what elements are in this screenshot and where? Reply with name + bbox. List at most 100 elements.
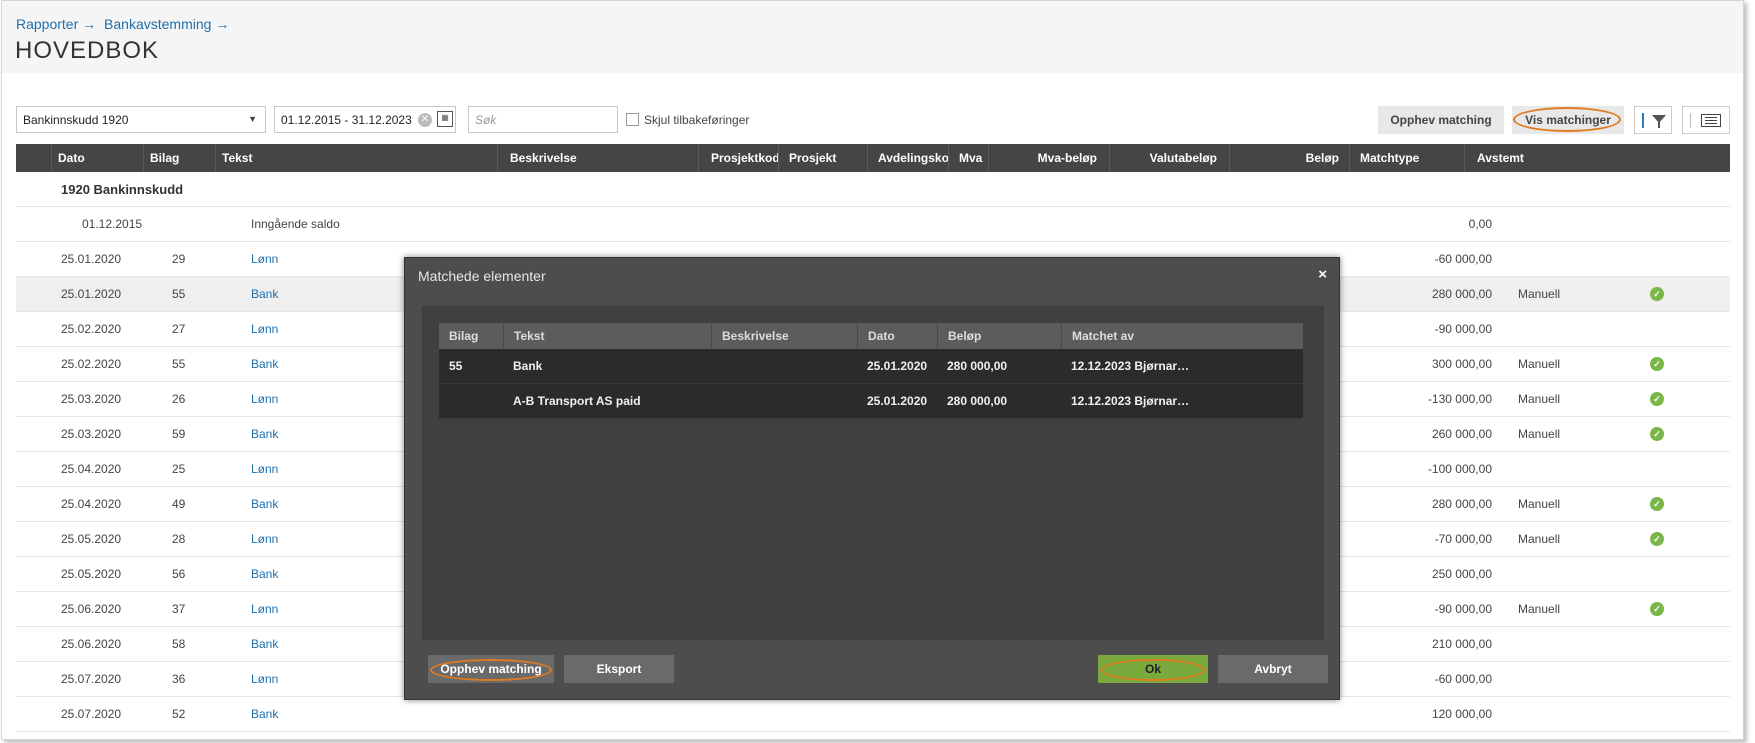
group-header-row[interactable]: 1920 Bankinnskudd: [16, 172, 1730, 207]
row-matchtype: Manuell: [1518, 357, 1561, 371]
row-tekst-link[interactable]: Bank: [251, 347, 278, 381]
col-mva[interactable]: Mva: [948, 144, 988, 172]
dialog-body: Bilag Tekst Beskrivelse Dato Beløp Match…: [422, 306, 1324, 640]
col-dato[interactable]: Dato: [51, 144, 143, 172]
filter-icon-stem: [1658, 122, 1660, 128]
row-bilag: 25: [172, 462, 186, 476]
col-belop[interactable]: Beløp: [1229, 144, 1349, 172]
mcol-bilag[interactable]: Bilag: [439, 323, 503, 349]
chevron-down-icon: ▼: [248, 114, 257, 124]
ok-label: Ok: [1144, 662, 1161, 676]
row-belop: -130 000,00: [1427, 392, 1492, 406]
hide-reversals-checkbox[interactable]: [626, 113, 639, 126]
account-select[interactable]: Bankinnskudd 1920 ▼: [16, 106, 266, 133]
row-tekst-link[interactable]: Bank: [251, 277, 278, 311]
date-range-field[interactable]: 01.12.2015 - 31.12.2023 ✕ ▦: [274, 106, 456, 133]
col-prosjektkode[interactable]: Prosjektkode: [698, 144, 778, 172]
matched-row[interactable]: A-B Transport AS paid 25.01.2020 280 000…: [439, 384, 1303, 419]
filter-button[interactable]: [1634, 106, 1672, 134]
matched-av: 12.12.2023 Bjørnar2 Sa...: [1071, 394, 1195, 408]
row-bilag: 28: [172, 532, 186, 546]
row-bilag: 37: [172, 602, 186, 616]
check-circle-icon: ✓: [1650, 392, 1664, 406]
check-circle-icon: ✓: [1650, 532, 1664, 546]
matched-tekst: Bank: [513, 359, 543, 373]
row-bilag: 56: [172, 567, 186, 581]
row-tekst-link[interactable]: Lønn: [251, 242, 278, 276]
col-avdelingskode[interactable]: Avdelingskod: [867, 144, 948, 172]
col-beskrivelse[interactable]: Beskrivelse: [497, 144, 698, 172]
row-tekst-link[interactable]: Bank: [251, 627, 278, 661]
calendar-icon[interactable]: ▦: [437, 111, 453, 127]
row-tekst-link[interactable]: Bank: [251, 417, 278, 451]
mcol-tekst[interactable]: Tekst: [503, 323, 711, 349]
col-avstemt[interactable]: Avstemt: [1464, 144, 1730, 172]
col-valutabelop[interactable]: Valutabeløp: [1109, 144, 1229, 172]
check-circle-icon: ✓: [1650, 602, 1664, 616]
eksport-button[interactable]: Eksport: [564, 655, 674, 683]
row-belop: 120 000,00: [1431, 707, 1492, 721]
matched-bilag: [439, 384, 503, 418]
row-dato: 25.04.2020: [61, 462, 122, 476]
dialog-opphev-matching-button[interactable]: Opphev matching: [428, 655, 554, 683]
matched-row[interactable]: 55 Bank 25.01.2020 280 000,00 12.12.2023…: [439, 349, 1303, 384]
row-tekst-link[interactable]: Lønn: [251, 522, 278, 556]
col-bilag[interactable]: Bilag: [143, 144, 215, 172]
date-range-value: 01.12.2015 - 31.12.2023: [281, 113, 412, 127]
col-tekst[interactable]: Tekst: [215, 144, 497, 172]
row-tekst-link[interactable]: Bank: [251, 557, 278, 591]
row-tekst-link[interactable]: Lønn: [251, 452, 278, 486]
search-input[interactable]: [468, 106, 618, 133]
row-dato: 25.06.2020: [61, 602, 122, 616]
opening-date: 01.12.2015: [82, 217, 143, 231]
row-tekst-link[interactable]: Lønn: [251, 662, 278, 696]
row-bilag: 26: [172, 392, 186, 406]
row-bilag: 49: [172, 497, 186, 511]
matched-dato: 25.01.2020: [867, 394, 928, 408]
row-tekst-link[interactable]: Bank: [251, 697, 278, 731]
filter-active-bar: [1642, 113, 1644, 128]
matched-av: 12.12.2023 Bjørnar2 Sa...: [1071, 359, 1195, 373]
matched-table-header: Bilag Tekst Beskrivelse Dato Beløp Match…: [439, 323, 1303, 349]
col-prosjekt[interactable]: Prosjekt: [778, 144, 867, 172]
row-bilag: 59: [172, 427, 186, 441]
row-belop: -70 000,00: [1434, 532, 1492, 546]
opening-balance-row[interactable]: 01.12.2015 Inngående saldo 0,00: [16, 207, 1730, 242]
column-chooser-divider: [1690, 113, 1691, 128]
row-bilag: 27: [172, 322, 186, 336]
row-tekst-link[interactable]: Lønn: [251, 382, 278, 416]
vis-matchinger-label: Vis matchinger: [1525, 113, 1611, 127]
matched-beskrivelse: [711, 349, 857, 383]
matched-tekst: A-B Transport AS paid: [513, 394, 641, 408]
col-mva-belop[interactable]: Mva-beløp: [988, 144, 1109, 172]
row-belop: 300 000,00: [1431, 357, 1492, 371]
row-dato: 25.07.2020: [61, 707, 122, 721]
column-chooser-button[interactable]: [1682, 106, 1730, 134]
ok-button[interactable]: Ok: [1098, 655, 1208, 683]
mcol-beskrivelse[interactable]: Beskrivelse: [711, 323, 857, 349]
avbryt-button[interactable]: Avbryt: [1218, 655, 1328, 683]
row-belop: -90 000,00: [1434, 322, 1492, 336]
table-row[interactable]: 25.07.2020 52 Bank 120 000,00: [16, 697, 1730, 732]
row-dato: 25.05.2020: [61, 567, 122, 581]
breadcrumb-bankavstemming[interactable]: Bankavstemming →: [104, 16, 229, 32]
opphev-matching-button[interactable]: Opphev matching: [1378, 106, 1504, 134]
row-tekst-link[interactable]: Lønn: [251, 592, 278, 626]
clear-icon[interactable]: ✕: [418, 113, 432, 127]
breadcrumb-rapporter[interactable]: Rapporter →: [16, 16, 96, 32]
row-belop: 260 000,00: [1431, 427, 1492, 441]
mcol-matchet-av[interactable]: Matchet av: [1061, 323, 1303, 349]
row-tekst-link[interactable]: Lønn: [251, 312, 278, 346]
row-belop: 210 000,00: [1431, 637, 1492, 651]
columns-icon: [1701, 114, 1721, 127]
row-matchtype: Manuell: [1518, 287, 1561, 301]
col-matchtype[interactable]: Matchtype: [1349, 144, 1464, 172]
close-icon[interactable]: ×: [1318, 266, 1327, 283]
opening-amount: 0,00: [1468, 217, 1492, 231]
mcol-dato[interactable]: Dato: [857, 323, 937, 349]
matched-belop: 280 000,00: [947, 394, 1008, 408]
hide-reversals-toggle[interactable]: Skjul tilbakeføringer: [626, 113, 749, 127]
mcol-belop[interactable]: Beløp: [937, 323, 1061, 349]
row-tekst-link[interactable]: Bank: [251, 487, 278, 521]
vis-matchinger-button[interactable]: Vis matchinger: [1512, 106, 1624, 134]
